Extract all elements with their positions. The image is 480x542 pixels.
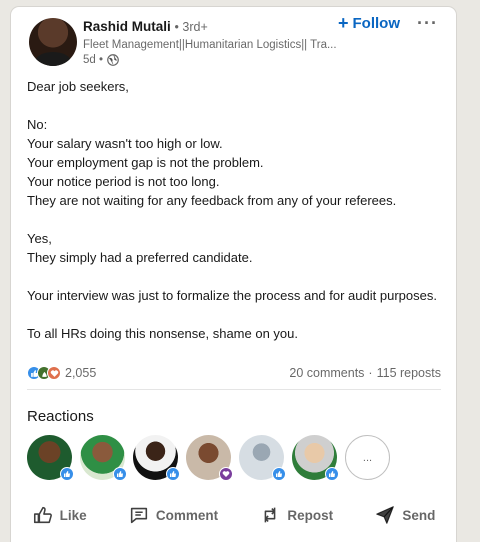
post-line: Yes, (27, 231, 52, 246)
repost-icon (264, 507, 276, 523)
reposts-count[interactable]: 115 reposts (377, 366, 441, 380)
love-reaction-icon (47, 366, 61, 380)
connection-degree: • 3rd+ (174, 20, 208, 34)
post-line: Your salary wasn't too high or low. (27, 136, 223, 151)
follow-button[interactable]: + Follow (338, 13, 401, 33)
post-line (27, 267, 439, 286)
follow-label: Follow (352, 15, 401, 32)
reactions-heading: Reactions (27, 408, 94, 425)
send-button[interactable]: Send (366, 500, 443, 530)
engagement-counts: 20 comments · 115 reposts (289, 366, 441, 380)
repost-button[interactable]: Repost (251, 500, 341, 530)
post-line: They are not waiting for any feedback fr… (27, 193, 397, 208)
post-line (27, 210, 439, 229)
post-line: Your employment gap is not the problem. (27, 155, 264, 170)
more-options-button[interactable]: ··· (417, 13, 438, 34)
post-line (27, 96, 439, 115)
post-line: Your interview was just to formalize the… (27, 288, 437, 303)
like-badge-icon (166, 467, 180, 481)
post-line (27, 305, 439, 324)
reactor-avatar[interactable] (133, 435, 180, 481)
more-reactors-button[interactable]: ... (345, 435, 390, 480)
like-badge-icon (60, 467, 74, 481)
like-label: Like (59, 507, 87, 523)
like-badge-icon (113, 467, 127, 481)
post-line: They simply had a preferred candidate. (27, 250, 253, 265)
post-line: Your notice period is not too long. (27, 174, 220, 189)
like-badge-icon (325, 467, 339, 481)
reactor-avatar[interactable] (80, 435, 127, 481)
post-line: No: (27, 117, 48, 132)
social-counts: 2,055 20 comments · 115 reposts (27, 366, 441, 380)
post-time: 5d • (83, 54, 104, 66)
send-label: Send (402, 507, 436, 523)
reactor-avatar[interactable] (292, 435, 339, 481)
reactors-list: ... (27, 435, 390, 481)
author-name[interactable]: Rashid Mutali (83, 19, 171, 34)
reactor-avatar[interactable] (186, 435, 233, 481)
send-icon (376, 506, 395, 524)
like-badge-icon (272, 467, 286, 481)
thumbs-up-icon (33, 506, 52, 524)
like-button[interactable]: Like (24, 500, 95, 530)
reaction-summary[interactable]: 2,055 (27, 366, 96, 380)
author-avatar[interactable] (29, 18, 77, 66)
support-badge-icon (219, 467, 233, 481)
post-actions-bar: Like Comment Repost Send (11, 500, 456, 530)
reactor-avatar[interactable] (239, 435, 286, 481)
feed-post-card: Rashid Mutali • 3rd+ Fleet Management||H… (11, 7, 456, 542)
post-line: Dear job seekers, (27, 79, 129, 94)
comment-icon (130, 507, 147, 524)
comment-label: Comment (155, 507, 219, 523)
post-line: To all HRs doing this nonsense, shame on… (27, 326, 298, 341)
author-headline: Fleet Management||Humanitarian Logistics… (83, 39, 337, 51)
author-name-row: Rashid Mutali • 3rd+ (83, 19, 208, 34)
divider (27, 389, 441, 390)
reaction-count: 2,055 (65, 366, 97, 380)
comments-count[interactable]: 20 comments (289, 366, 364, 380)
count-separator: · (368, 366, 373, 380)
plus-icon: + (338, 13, 349, 33)
repost-label: Repost (287, 507, 334, 523)
post-body: Dear job seekers, No: Your salary wasn't… (27, 77, 439, 343)
reactor-avatar[interactable] (27, 435, 74, 481)
post-meta: 5d • (83, 54, 119, 66)
comment-button[interactable]: Comment (120, 500, 226, 530)
globe-icon (107, 54, 119, 66)
